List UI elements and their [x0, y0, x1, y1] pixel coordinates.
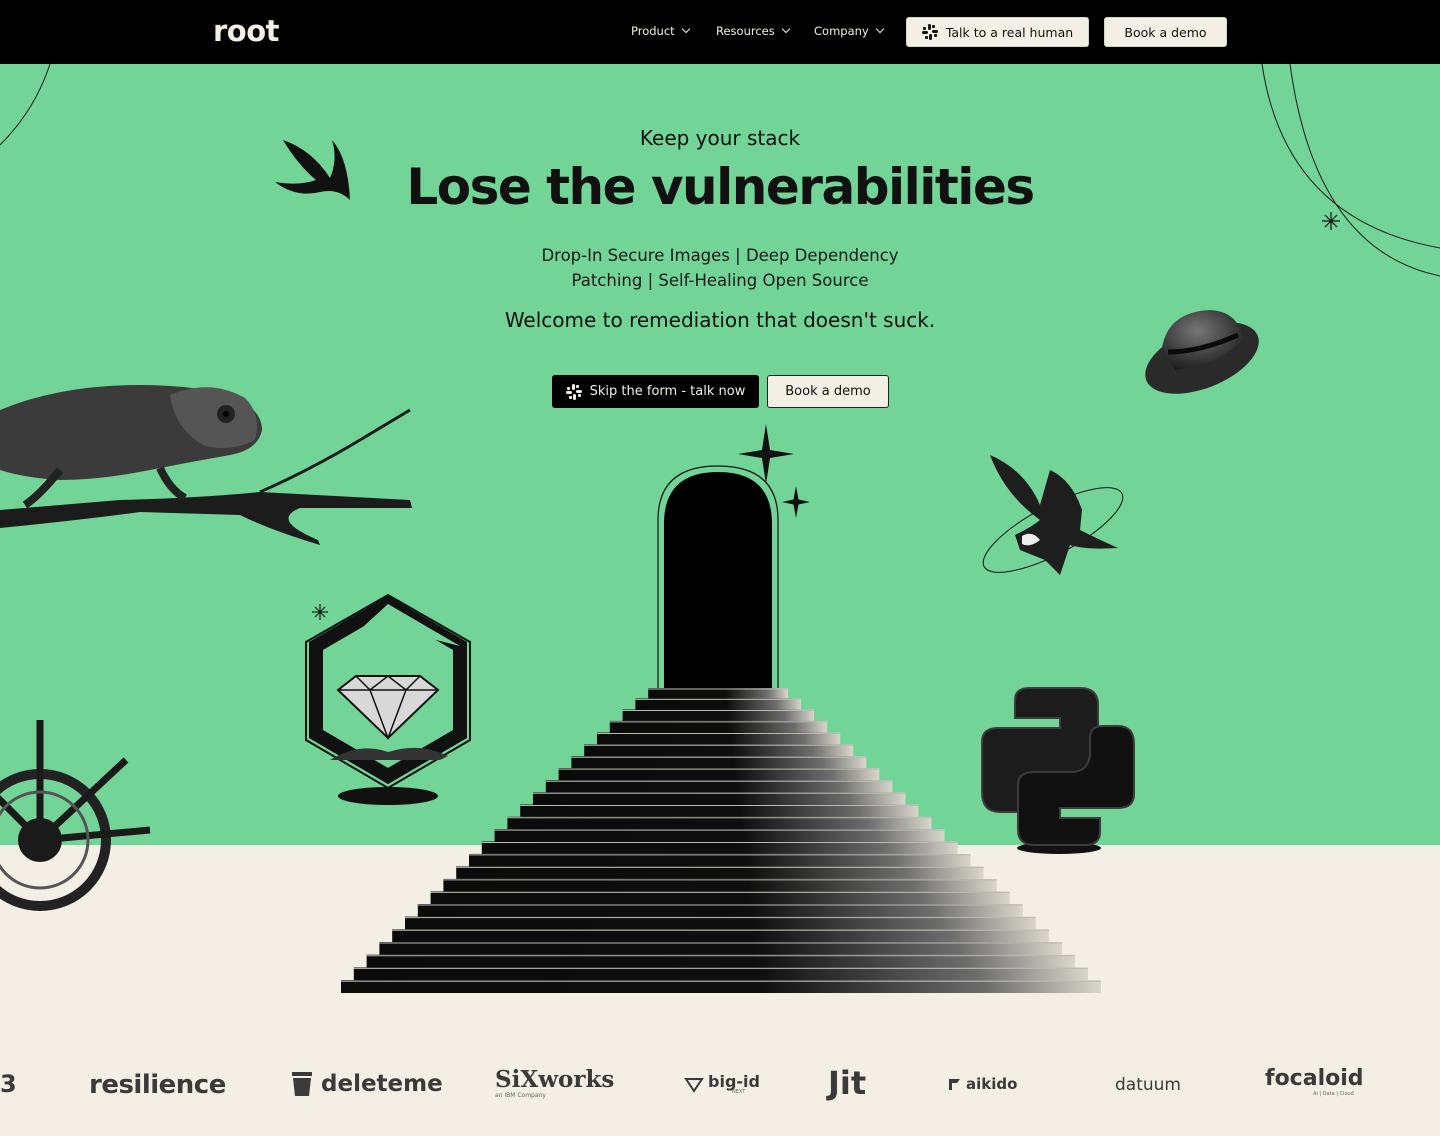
skip-form-label: Skip the form - talk now	[589, 384, 746, 399]
stair-step	[392, 929, 1049, 942]
stair-step	[405, 916, 1036, 930]
stair-step	[417, 904, 1023, 917]
logo-resilience: resilience	[89, 1070, 226, 1100]
stair-step	[341, 980, 1101, 993]
logo-deleteme: deleteme	[290, 1070, 443, 1098]
nav-menu-product[interactable]: Product	[631, 24, 690, 38]
nav-menu-product-label: Product	[631, 24, 675, 38]
logo-aikido-text: aikido	[966, 1075, 1018, 1093]
hero-title: Lose the vulnerabilities	[406, 158, 1035, 216]
nav-menu-resources[interactable]: Resources	[716, 24, 790, 38]
nav-menu-company-label: Company	[814, 24, 869, 38]
stair-step	[456, 866, 984, 879]
stair-step	[469, 853, 971, 867]
logo-deleteme-text: deleteme	[321, 1071, 443, 1097]
stair-step	[443, 878, 997, 892]
skip-form-talk-now-button[interactable]: Skip the form - talk now	[552, 375, 759, 408]
logo-focaloid: focaloid AI | Data | Cloud	[1265, 1068, 1364, 1097]
hero-subtitle-line: Drop-In Secure Images | Deep Dependency	[541, 246, 899, 265]
nav-menu-company[interactable]: Company	[814, 24, 884, 38]
talk-to-human-label: Talk to a real human	[945, 24, 1074, 40]
hero-book-demo-label: Book a demo	[785, 384, 871, 399]
nav-book-demo-label: Book a demo	[1124, 24, 1207, 40]
logo-focaloid-text: focaloid	[1265, 1066, 1364, 1091]
hero-kicker: Keep your stack	[639, 126, 801, 150]
hero-welcome: Welcome to remediation that doesn't suck…	[504, 308, 936, 332]
logo-jit: Jit	[828, 1064, 867, 1102]
aikido-mark-icon	[949, 1078, 960, 1090]
stair-step	[430, 891, 1010, 904]
logo-bigid-text: big-id	[708, 1072, 760, 1091]
logo-bigid-sub: NEXT	[732, 1089, 746, 1095]
logo-bigid: big-id NEXT	[684, 1074, 760, 1095]
logo-focaloid-sub: AI | Data | Cloud	[1313, 1091, 1354, 1097]
top-nav: root Product Resources Company Talk to a…	[0, 0, 1440, 64]
stair-step	[353, 967, 1088, 981]
customer-logos-strip: 3 resilience deleteme SiXworks an IBM Co…	[0, 1058, 1440, 1118]
logo-partial: 3	[0, 1070, 17, 1098]
hero-subtitle: Drop-In Secure Images | Deep Dependency …	[0, 243, 1440, 293]
stair-step	[379, 942, 1062, 955]
logo-sixworks-text: SiXworks	[495, 1066, 615, 1093]
logo-aikido: aikido	[948, 1075, 1017, 1093]
logo-datuum: datuum	[1115, 1075, 1181, 1095]
logo-sixworks-sub: an IBM Company	[495, 1092, 546, 1099]
hero-book-demo-button[interactable]: Book a demo	[767, 375, 889, 408]
stair-step	[366, 954, 1075, 968]
logo-sixworks: SiXworks an IBM Company	[495, 1068, 614, 1099]
hero-subtitle-line: Patching | Self-Healing Open Source	[571, 271, 869, 290]
nav-book-demo-button[interactable]: Book a demo	[1104, 17, 1227, 47]
chevron-down-icon	[681, 24, 690, 34]
chevron-down-icon	[781, 24, 790, 34]
bigid-mark-icon	[684, 1077, 704, 1093]
slack-icon	[565, 383, 582, 400]
talk-to-human-button[interactable]: Talk to a real human	[906, 17, 1089, 47]
slack-icon	[921, 24, 938, 40]
trash-icon	[292, 1072, 312, 1096]
nav-menu-resources-label: Resources	[716, 24, 775, 38]
chevron-down-icon	[875, 24, 884, 34]
root-logo[interactable]: root	[213, 14, 280, 48]
logo-bigid-group: big-id NEXT	[708, 1074, 760, 1095]
